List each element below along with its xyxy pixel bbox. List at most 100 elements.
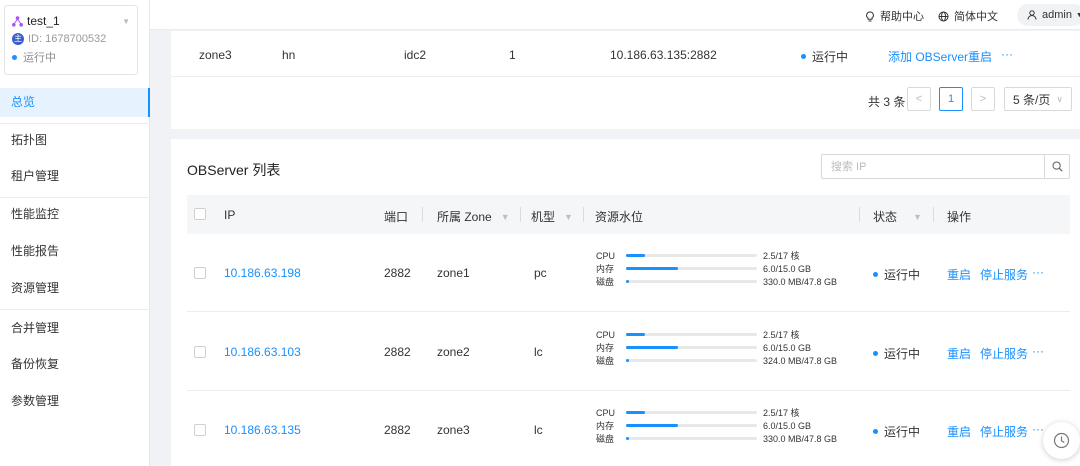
chevron-down-icon: ▼ [1075,11,1080,19]
column-zone-label: 所属 Zone [437,210,492,224]
sidebar-item-topology[interactable]: 拓扑图 [0,126,150,155]
disk-bar [626,359,757,362]
observer-status-label: 运行中 [884,268,921,282]
column-divider [933,207,934,222]
search-ip-input[interactable] [822,155,1045,178]
nav-divider [0,309,150,310]
filter-icon[interactable]: ▼ [501,212,510,222]
column-divider [422,207,423,222]
stop-service-button[interactable]: 停止服务 [980,345,1028,362]
filter-icon[interactable]: ▼ [913,212,922,222]
observer-ip-link[interactable]: 10.186.63.135 [224,423,301,437]
restart-observer-button[interactable]: 重启 [947,266,971,283]
restart-observer-button[interactable]: 重启 [947,345,971,362]
column-divider [859,207,860,222]
zone-status-label: 运行中 [812,50,849,64]
top-bar: 帮助中心 简体中文 admin ▼ [150,0,1080,30]
sidebar-item-tenant-management[interactable]: 租户管理 [0,162,150,191]
disk-bar-fill [626,280,629,283]
chevron-down-icon[interactable]: ▼ [122,17,130,26]
stop-service-button[interactable]: 停止服务 [980,423,1028,440]
prev-page-button[interactable]: < [907,87,931,111]
resource-usage: CPU 2.5/17 核内存 6.0/15.0 GB 磁盘 330.0 MB/47.8 … [596,249,837,288]
observer-list-title: OBServer 列表 [187,162,281,178]
restart-observer-button[interactable]: 重启 [947,423,971,440]
pagination: < 1 > 5 条/页 ∨ [907,87,1072,111]
observer-model: lc [534,423,543,437]
observer-status-label: 运行中 [884,347,921,361]
more-actions-icon[interactable]: ··· [1032,422,1044,436]
column-zone[interactable]: 所属 Zone ▼ [437,208,510,225]
column-model[interactable]: 机型 ▼ [531,208,573,225]
help-center-link[interactable]: 帮助中心 [865,8,924,24]
page-size-select[interactable]: 5 条/页 ∨ [1004,87,1072,111]
globe-icon [938,11,949,21]
disk-usage: 磁盘 330.0 MB/47.8 GB [596,432,837,445]
cpu-label: CPU [596,407,616,418]
observer-ip-link[interactable]: 10.186.63.198 [224,266,301,280]
column-ip: IP [224,208,236,222]
disk-usage: 磁盘 330.0 MB/47.8 GB [596,275,837,288]
filter-icon[interactable]: ▼ [564,212,573,222]
row-checkbox[interactable] [194,346,206,358]
column-status[interactable]: 状态 ▼ [873,208,922,225]
mem-bar-fill [626,267,679,270]
observer-ip-link[interactable]: 10.186.63.103 [224,345,301,359]
mem-label: 内存 [596,421,615,431]
history-button[interactable] [1043,422,1080,459]
restart-zone-button[interactable]: 重启 [968,48,992,65]
disk-label: 磁盘 [596,434,615,444]
cluster-icon [12,15,23,27]
row-checkbox[interactable] [194,424,206,436]
zone-region: hn [282,48,296,62]
add-observer-button[interactable]: 添加 OBServer [888,48,968,65]
more-actions-icon[interactable]: ··· [1032,265,1044,279]
primary-badge-icon: 主 [12,33,24,45]
mem-bar [626,346,757,349]
zone-status: 运行中 [801,48,848,65]
mem-bar-fill [626,424,679,427]
language-switch[interactable]: 简体中文 [938,8,998,24]
page-1-button[interactable]: 1 [939,87,963,111]
stop-service-button[interactable]: 停止服务 [980,266,1028,283]
user-menu-button[interactable]: admin ▼ [1017,4,1080,26]
pagination-total: 共 3 条 [868,95,906,109]
column-model-label: 机型 [531,210,556,224]
table-row: 10.186.63.198 2882 zone1 pc CPU 2.5/17 核内存 6.0… [187,234,1070,312]
lightbulb-icon [866,10,874,21]
sidebar-item-backup-restore[interactable]: 备份恢复 [0,350,150,379]
search-button[interactable] [1044,155,1069,178]
sidebar-item-merge-management[interactable]: 合并管理 [0,314,150,343]
column-actions: 操作 [947,210,972,224]
select-all-checkbox[interactable] [194,208,206,220]
observer-status: 运行中 [873,423,920,440]
disk-bar [626,280,757,283]
observer-status-label: 运行中 [884,425,921,439]
cpu-value: 2.5/17 核 [763,251,800,261]
sidebar-item-performance-report[interactable]: 性能报告 [0,237,150,266]
sidebar-item-performance-monitor[interactable]: 性能监控 [0,200,150,229]
sidebar-item-parameter-management[interactable]: 参数管理 [0,387,150,416]
status-dot-icon [873,429,878,434]
disk-label: 磁盘 [596,356,615,366]
table-row: zone3 hn idc2 1 10.186.63.135:2882 运行中 添… [171,31,1080,77]
more-actions-icon[interactable]: ··· [1001,47,1013,61]
table-header: IP 端口 所属 Zone ▼ 机型 ▼ 资源水位 状态 ▼ 操作 [187,195,1070,234]
mem-usage: 内存 6.0/15.0 GB [596,419,837,432]
column-status-label: 状态 [873,210,898,224]
zone-name: zone3 [199,48,232,62]
cluster-status: 运行中 [23,52,56,64]
disk-bar [626,437,757,440]
disk-bar-fill [626,359,629,362]
sidebar-item-overview[interactable]: 总览 [0,88,150,117]
sidebar: test_1 ▼ 主 ID: 1678700532 运行中 总览 拓扑图 租户管… [0,0,150,466]
more-actions-icon[interactable]: ··· [1032,344,1044,358]
cpu-usage: CPU 2.5/17 核 [596,406,837,419]
sidebar-item-resource-management[interactable]: 资源管理 [0,274,150,303]
cluster-id: ID: 1678700532 [28,33,107,45]
cpu-value: 2.5/17 核 [763,408,800,418]
cluster-selector[interactable]: test_1 ▼ 主 ID: 1678700532 运行中 [4,5,138,75]
row-checkbox[interactable] [194,267,206,279]
next-page-button[interactable]: > [971,87,995,111]
mem-usage: 内存 6.0/15.0 GB [596,341,837,354]
